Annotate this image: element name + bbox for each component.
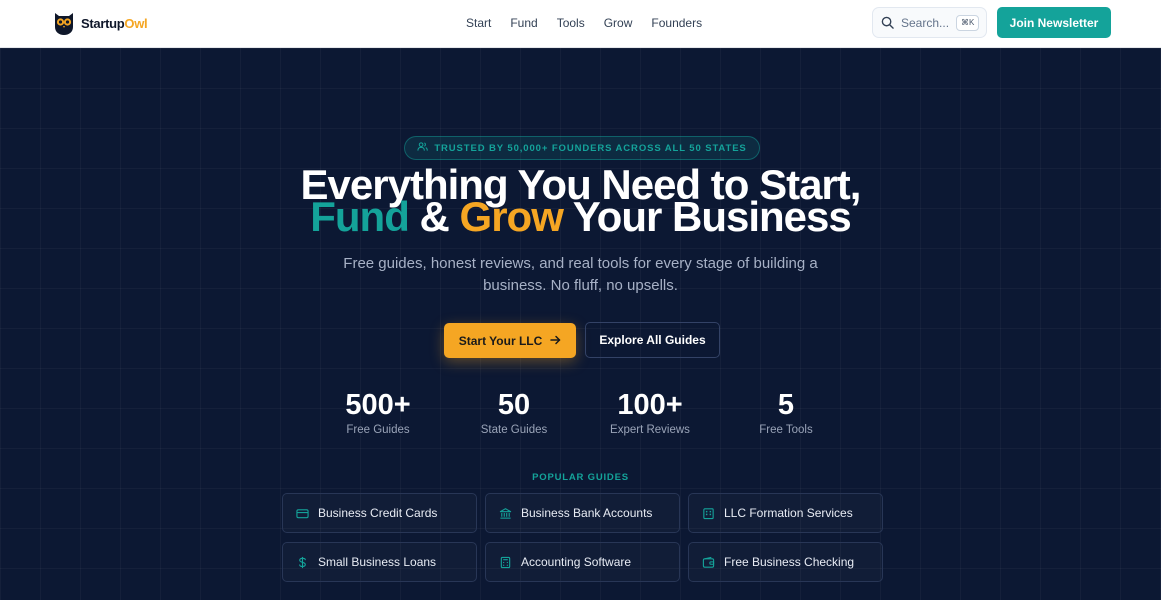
stat-free-tools: 5 Free Tools xyxy=(726,388,846,437)
nav-item-fund[interactable]: Fund xyxy=(510,15,537,31)
stat-label: State Guides xyxy=(480,424,548,436)
stat-expert-reviews: 100+ Expert Reviews xyxy=(590,388,710,437)
building-icon xyxy=(702,507,715,520)
headline-fund: Fund xyxy=(310,193,410,240)
logo[interactable]: StartupOwl xyxy=(52,10,148,36)
guide-label: Small Business Loans xyxy=(318,555,437,569)
guide-business-bank-accounts[interactable]: Business Bank Accounts xyxy=(485,493,680,533)
bank-icon xyxy=(499,507,512,520)
guide-small-business-loans[interactable]: Small Business Loans xyxy=(282,542,477,582)
hero-section: TRUSTED BY 50,000+ FOUNDERS ACROSS ALL 5… xyxy=(0,48,1161,600)
stat-value: 500+ xyxy=(345,389,411,421)
wallet-icon xyxy=(702,556,715,569)
owl-icon xyxy=(55,13,73,35)
stat-value: 50 xyxy=(497,389,531,421)
site-header: StartupOwl Start Fund Tools Grow Founder… xyxy=(0,0,1161,48)
popular-guides-title: POPULAR GUIDES xyxy=(532,472,629,483)
guide-accounting-software[interactable]: Accounting Software xyxy=(485,542,680,582)
stat-label: Free Tools xyxy=(759,424,813,436)
calculator-icon xyxy=(499,556,512,569)
trust-badge: TRUSTED BY 50,000+ FOUNDERS ACROSS ALL 5… xyxy=(404,136,760,160)
nav-item-grow[interactable]: Grow xyxy=(604,15,633,31)
stat-label: Free Guides xyxy=(346,424,410,436)
brand-name: StartupOwl xyxy=(81,15,148,31)
stat-value: 5 xyxy=(777,389,795,421)
start-llc-button[interactable]: Start Your LLC xyxy=(444,323,576,358)
search-shortcut: ⌘K xyxy=(956,14,980,31)
users-icon xyxy=(417,139,429,157)
nav-item-founders[interactable]: Founders xyxy=(651,15,702,31)
nav-item-start[interactable]: Start xyxy=(466,15,491,31)
guide-label: Business Credit Cards xyxy=(318,506,438,520)
hero-headline: Everything You Need to Start, Fund & Gro… xyxy=(0,164,1161,238)
guide-label: Free Business Checking xyxy=(724,555,855,569)
headline-rest: Your Business xyxy=(562,193,852,240)
guide-business-credit-cards[interactable]: Business Credit Cards xyxy=(282,493,477,533)
headline-amp: & xyxy=(408,193,460,240)
guide-label: Business Bank Accounts xyxy=(521,506,653,520)
guide-free-business-checking[interactable]: Free Business Checking xyxy=(688,542,883,582)
search-placeholder: Search... xyxy=(901,15,950,30)
headline-line-2: Fund & Grow Your Business xyxy=(0,196,1161,238)
nav-item-tools[interactable]: Tools xyxy=(557,15,585,31)
stat-free-guides: 500+ Free Guides xyxy=(318,388,438,437)
start-llc-label: Start Your LLC xyxy=(458,333,543,348)
headline-grow: Grow xyxy=(459,193,564,240)
explore-guides-button[interactable]: Explore All Guides xyxy=(585,322,720,358)
hero-subtitle: Free guides, honest reviews, and real to… xyxy=(343,255,818,294)
guide-llc-formation-services[interactable]: LLC Formation Services xyxy=(688,493,883,533)
credit-card-icon xyxy=(296,507,309,520)
stat-label: Expert Reviews xyxy=(610,424,690,436)
search-button[interactable]: Search... ⌘K xyxy=(872,7,987,38)
join-newsletter-button[interactable]: Join Newsletter xyxy=(997,7,1111,38)
arrow-right-icon xyxy=(550,334,561,348)
stat-state-guides: 50 State Guides xyxy=(454,388,574,437)
stat-value: 100+ xyxy=(617,389,683,421)
badge-text: TRUSTED BY 50,000+ FOUNDERS ACROSS ALL 5… xyxy=(434,142,747,154)
dollar-icon xyxy=(296,556,309,569)
main-nav: Start Fund Tools Grow Founders xyxy=(466,15,702,31)
search-icon xyxy=(881,16,894,29)
guide-label: LLC Formation Services xyxy=(724,506,853,520)
guide-label: Accounting Software xyxy=(521,555,632,569)
